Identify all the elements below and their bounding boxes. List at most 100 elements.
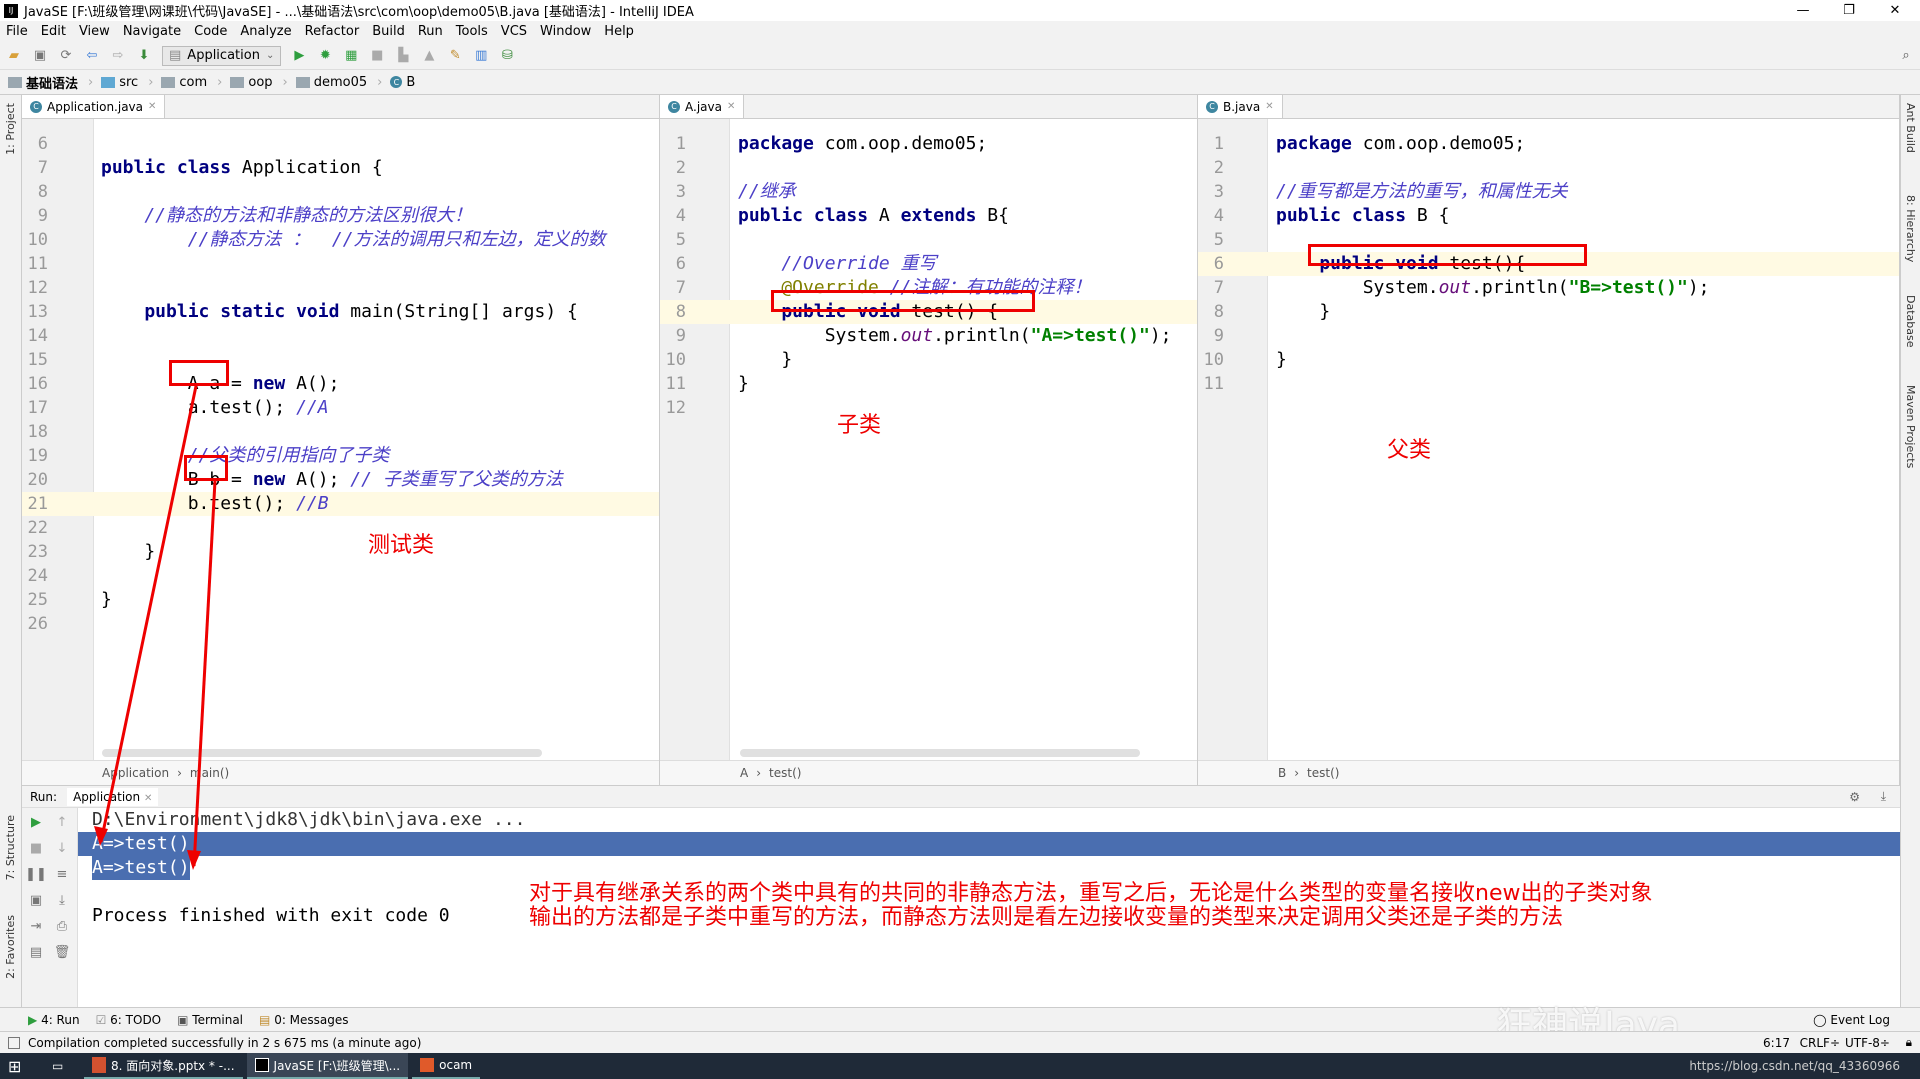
code-line[interactable]: 16 A a = new A(); <box>22 372 659 396</box>
code-line[interactable]: 19 //父类的引用指向了子类 <box>22 444 659 468</box>
start-icon[interactable]: ⊞ <box>0 1053 40 1079</box>
code-line[interactable]: 9 System.out.println("A=>test()"); <box>660 324 1197 348</box>
gear-icon[interactable]: ⚙ <box>1849 790 1860 804</box>
menu-navigate[interactable]: Navigate <box>123 24 181 39</box>
line-number[interactable]: 1 <box>660 132 686 156</box>
code-line[interactable]: 11 <box>22 252 659 276</box>
crumb-oop[interactable]: oop <box>230 75 273 90</box>
line-number[interactable]: 4 <box>1198 204 1224 228</box>
menu-run[interactable]: Run <box>418 24 443 39</box>
sync-icon[interactable]: ⟳ <box>58 48 74 64</box>
line-number[interactable]: 18 <box>22 420 48 444</box>
code-line[interactable]: 8 } <box>1198 300 1899 324</box>
layout-icon[interactable]: ▤ <box>28 944 44 960</box>
line-number[interactable]: 13 <box>22 300 48 324</box>
line-number[interactable]: 19 <box>22 444 48 468</box>
code-line[interactable]: 13 public static void main(String[] args… <box>22 300 659 324</box>
taskbar-ocam[interactable]: ocam <box>412 1053 481 1079</box>
line-number[interactable]: 9 <box>22 204 48 228</box>
crumb-src[interactable]: src <box>101 75 138 90</box>
structure-tool-button[interactable]: 7: Structure <box>4 815 17 880</box>
code-line[interactable]: 11 <box>1198 372 1899 396</box>
code-line[interactable]: 21 b.test(); //B <box>22 492 659 516</box>
line-number[interactable]: 7 <box>1198 276 1224 300</box>
close-tab-icon[interactable]: ✕ <box>727 101 735 112</box>
code-line[interactable]: 1 package com.oop.demo05; <box>660 132 1197 156</box>
code-line[interactable]: 11} <box>660 372 1197 396</box>
menu-analyze[interactable]: Analyze <box>240 24 291 39</box>
favorites-tool-button[interactable]: 2: Favorites <box>4 915 17 979</box>
menu-tools[interactable]: Tools <box>456 24 488 39</box>
menu-build[interactable]: Build <box>372 24 405 39</box>
code-line[interactable]: 22 <box>22 516 659 540</box>
line-number[interactable]: 14 <box>22 324 48 348</box>
project-tool-button[interactable]: 1: Project <box>4 103 17 155</box>
dump-threads-icon[interactable]: ▣ <box>28 892 44 908</box>
line-number[interactable]: 5 <box>1198 228 1224 252</box>
code-line[interactable]: 24 <box>22 564 659 588</box>
run-tab-application[interactable]: Application ✕ <box>67 787 159 806</box>
tab-application-java[interactable]: C Application.java ✕ <box>22 95 166 118</box>
tab-messages[interactable]: ▤ 0: Messages <box>259 1013 349 1027</box>
save-icon[interactable]: ▣ <box>32 48 48 64</box>
code-line[interactable]: 14 <box>22 324 659 348</box>
code-line[interactable]: 2 <box>1198 156 1899 180</box>
menu-file[interactable]: File <box>6 24 28 39</box>
line-number[interactable]: 3 <box>660 180 686 204</box>
code-line[interactable]: 4 public class B { <box>1198 204 1899 228</box>
crumb-com[interactable]: com <box>161 75 207 90</box>
code-line[interactable]: 6 <box>22 132 659 156</box>
up-icon[interactable]: ↑ <box>54 814 70 830</box>
code-line[interactable]: 3 //继承 <box>660 180 1197 204</box>
code-line[interactable]: 9 <box>1198 324 1899 348</box>
code-line[interactable]: 5 <box>660 228 1197 252</box>
line-number[interactable]: 20 <box>22 468 48 492</box>
line-number[interactable]: 7 <box>660 276 686 300</box>
line-number[interactable]: 6 <box>22 132 48 156</box>
clear-icon[interactable]: 🗑 <box>54 944 71 960</box>
code-line[interactable]: 9 //静态的方法和非静态的方法区别很大！ <box>22 204 659 228</box>
line-number[interactable]: 12 <box>22 276 48 300</box>
crumb-class[interactable]: B <box>1278 766 1286 780</box>
code-line[interactable]: 17 a.test(); //A <box>22 396 659 420</box>
line-number[interactable]: 16 <box>22 372 48 396</box>
line-number[interactable]: 4 <box>660 204 686 228</box>
line-number[interactable]: 25 <box>22 588 48 612</box>
code-line[interactable]: 1 package com.oop.demo05; <box>1198 132 1899 156</box>
code-line[interactable]: 26 <box>22 612 659 636</box>
search-icon[interactable]: ⌕ <box>1898 48 1914 64</box>
line-number[interactable]: 11 <box>1198 372 1224 396</box>
line-number[interactable]: 1 <box>1198 132 1224 156</box>
down-icon[interactable]: ↓ <box>54 840 70 856</box>
taskbar-intellij[interactable]: JavaSE [F:\班级管理\... <box>246 1053 409 1079</box>
rerun-icon[interactable]: ▶ <box>28 814 44 830</box>
forward-icon[interactable]: ⇨ <box>110 48 126 64</box>
code-line[interactable]: 10 } <box>660 348 1197 372</box>
run-icon[interactable]: ▶ <box>291 48 307 64</box>
horizontal-scrollbar[interactable] <box>740 749 1140 757</box>
crumb-method[interactable]: test() <box>1307 766 1339 780</box>
caret-position[interactable]: 6:17 <box>1763 1036 1790 1050</box>
attach-icon[interactable]: ▙ <box>395 48 411 64</box>
menu-edit[interactable]: Edit <box>41 24 66 39</box>
crumb-demo05[interactable]: demo05 <box>295 75 367 90</box>
line-number[interactable]: 8 <box>22 180 48 204</box>
sdk-icon[interactable]: ▥ <box>473 48 489 64</box>
line-number[interactable]: 15 <box>22 348 48 372</box>
code-line[interactable]: 15 <box>22 348 659 372</box>
code-line[interactable]: 10 //静态方法 ： //方法的调用只和左边，定义的数 <box>22 228 659 252</box>
close-button[interactable]: ✕ <box>1872 0 1918 21</box>
file-encoding[interactable]: UTF-8÷ <box>1845 1036 1890 1050</box>
line-number[interactable]: 26 <box>22 612 48 636</box>
close-tab-icon[interactable]: ✕ <box>1265 101 1273 112</box>
line-number[interactable]: 23 <box>22 540 48 564</box>
hide-panel-icon[interactable]: ⤓ <box>1881 789 1886 804</box>
line-separator[interactable]: CRLF÷ <box>1800 1036 1840 1050</box>
ant-build-tool-button[interactable]: Ant Build <box>1904 103 1917 153</box>
menu-code[interactable]: Code <box>194 24 227 39</box>
stop-icon[interactable]: ■ <box>28 840 44 856</box>
crumb-class-b[interactable]: CB <box>390 75 415 90</box>
line-number[interactable]: 21 <box>22 492 48 516</box>
crumb-method[interactable]: test() <box>769 766 801 780</box>
menu-vcs[interactable]: VCS <box>501 24 527 39</box>
